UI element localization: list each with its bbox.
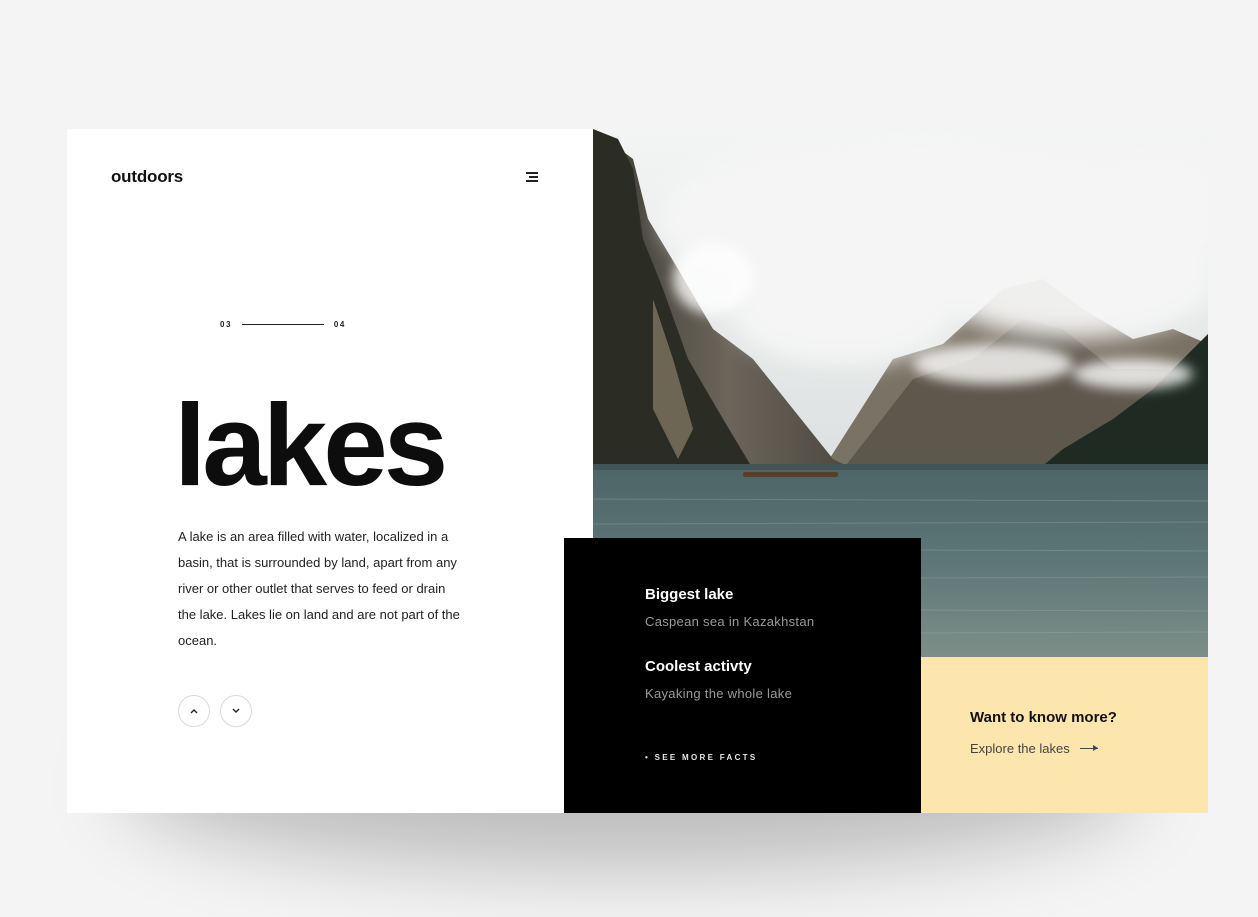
fact-subtitle-biggest-lake: Caspean sea in Kazakhstan <box>645 614 815 629</box>
cta-panel: Want to know more? Explore the lakes <box>921 657 1208 813</box>
cta-title: Want to know more? <box>970 709 1117 726</box>
fact-title-coolest-activity: Coolest activty <box>645 658 752 675</box>
pager-total: 04 <box>333 320 346 329</box>
pager-current: 03 <box>220 320 232 329</box>
arrow-right-icon <box>1079 745 1098 751</box>
slide-nav <box>178 695 262 727</box>
hero-title: lakes <box>174 380 448 510</box>
hero-card: outdoors 03 04 lakes A lake is an area f… <box>67 129 1208 813</box>
fact-subtitle-coolest-activity: Kayaking the whole lake <box>645 686 793 701</box>
brand-logo[interactable]: outdoors <box>111 167 183 187</box>
chevron-down-icon <box>232 708 240 713</box>
pager-progress-line <box>241 324 324 325</box>
facts-panel: Biggest lake Caspean sea in Kazakhstan C… <box>564 538 921 813</box>
fact-title-biggest-lake: Biggest lake <box>645 586 734 603</box>
menu-icon[interactable] <box>524 170 540 184</box>
chevron-up-icon <box>190 709 198 714</box>
explore-lakes-link[interactable]: Explore the lakes <box>970 741 1098 756</box>
next-slide-button[interactable] <box>220 695 252 727</box>
slide-pager: 03 04 <box>220 320 346 329</box>
explore-lakes-label: Explore the lakes <box>970 741 1070 756</box>
prev-slide-button[interactable] <box>178 695 210 727</box>
hero-description: A lake is an area filled with water, loc… <box>178 529 460 648</box>
see-more-facts-link[interactable]: • SEE MORE FACTS <box>645 753 758 762</box>
